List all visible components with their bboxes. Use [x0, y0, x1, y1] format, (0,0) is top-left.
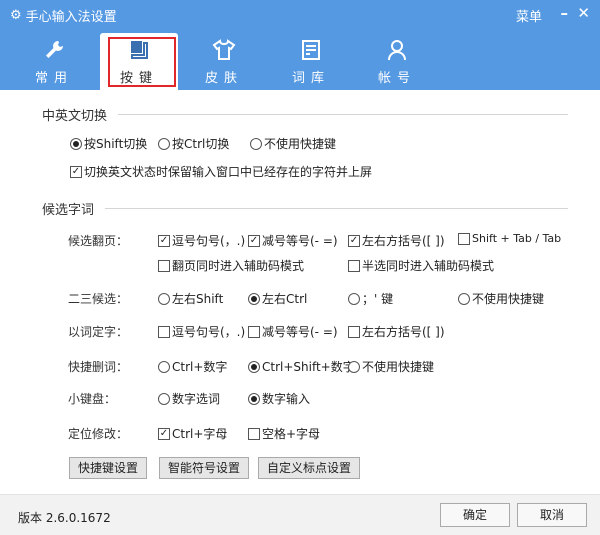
label-numpad: 小键盘： — [68, 392, 117, 406]
checkbox-brackets[interactable]: ✓ 左右方括号([ ]) — [348, 232, 445, 249]
checkbox-word-brackets[interactable]: 左右方括号([ ]) — [348, 323, 445, 340]
label-word: 以词定字： — [68, 325, 129, 339]
radio-second-none[interactable]: 不使用快捷键 — [458, 290, 544, 307]
radio-num-select[interactable]: 数字选词 — [158, 390, 220, 407]
tab-common[interactable]: 常用 — [15, 33, 93, 90]
checkbox-word-comma[interactable]: 逗号句号(，.) — [158, 323, 245, 340]
wrench-icon — [15, 33, 93, 61]
cancel-button[interactable]: 取消 — [517, 503, 587, 527]
checkbox-ctrl-letter[interactable]: ✓ Ctrl+字母 — [158, 425, 227, 442]
ok-button[interactable]: 确定 — [440, 503, 510, 527]
highlight-box — [108, 37, 176, 87]
radio-num-input[interactable]: 数字输入 — [248, 390, 310, 407]
label-delete: 快捷删词： — [68, 360, 129, 374]
checkbox-keep-chars[interactable]: ✓ 切换英文状态时保留输入窗口中已经存在的字符并上屏 — [70, 163, 372, 180]
smart-symbol-button[interactable]: 智能符号设置 — [159, 457, 250, 479]
checkbox-space-letter[interactable]: 空格+字母 — [248, 425, 320, 442]
custom-punct-button[interactable]: 自定义标点设置 — [258, 457, 361, 479]
divider — [118, 114, 568, 115]
checkbox-word-minus[interactable]: 减号等号(- =) — [248, 323, 338, 340]
radio-shift[interactable]: 按Shift切换 — [70, 135, 147, 152]
label-page: 候选翻页： — [68, 234, 129, 248]
window-title: ⚙ 手心输入法设置 — [10, 8, 117, 25]
shirt-icon — [185, 33, 263, 61]
radio-lr-shift[interactable]: 左右Shift — [158, 290, 223, 307]
gear-icon: ⚙ — [10, 8, 22, 23]
user-icon — [358, 33, 436, 61]
radio-none[interactable]: 不使用快捷键 — [250, 135, 336, 152]
radio-lr-ctrl[interactable]: 左右Ctrl — [248, 290, 307, 307]
minimize-button[interactable]: – — [561, 4, 569, 22]
label-second: 二三候选： — [68, 292, 129, 306]
label-locate: 定位修改： — [68, 427, 129, 441]
close-button[interactable]: ✕ — [577, 4, 590, 22]
title-bar: ⚙ 手心输入法设置 菜单 – ✕ 常用 按键 皮肤 词库 帐号 — [0, 0, 600, 90]
tab-account[interactable]: 帐号 — [358, 33, 436, 90]
tab-skin[interactable]: 皮肤 — [185, 33, 263, 90]
checkbox-comma-period[interactable]: ✓ 逗号句号(，.) — [158, 232, 245, 249]
menu-button[interactable]: 菜单 — [516, 6, 542, 25]
tab-dictionary[interactable]: 词库 — [272, 33, 350, 90]
checkbox-half-aux[interactable]: 半选同时进入辅助码模式 — [348, 257, 494, 274]
radio-semicolon[interactable]: ；' 键 — [348, 290, 393, 307]
divider — [105, 208, 568, 209]
section-lang-switch: 中英文切换 — [42, 109, 108, 124]
shortcut-settings-button[interactable]: 快捷键设置 — [69, 457, 148, 479]
radio-ctrl-num[interactable]: Ctrl+数字 — [158, 358, 227, 375]
radio-ctrl[interactable]: 按Ctrl切换 — [158, 135, 229, 152]
section-candidates: 候选字词 — [42, 203, 95, 218]
checkbox-page-aux[interactable]: 翻页同时进入辅助码模式 — [158, 257, 304, 274]
document-icon — [272, 33, 350, 61]
version-text: 版本 2.6.0.1672 — [18, 511, 111, 525]
radio-ctrl-shift-num[interactable]: Ctrl+Shift+数字 — [248, 358, 355, 375]
radio-del-none[interactable]: 不使用快捷键 — [348, 358, 434, 375]
footer: 版本 2.6.0.1672 确定 取消 — [0, 494, 600, 535]
checkbox-shift-tab[interactable]: Shift + Tab / Tab — [458, 232, 561, 245]
checkbox-minus-equal[interactable]: ✓ 减号等号(- =) — [248, 232, 338, 249]
